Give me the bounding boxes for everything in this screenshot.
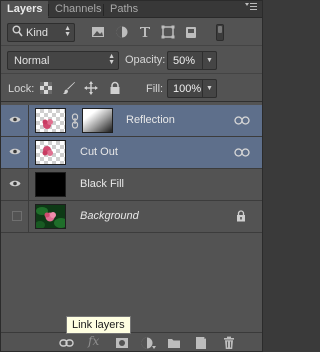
filter-row: Kind ▲ ▼ [1,20,262,46]
fill-value: 100% [173,83,202,95]
layer-row-cut-out[interactable]: Cut Out [1,137,262,169]
opacity-label: Opacity: [125,54,166,66]
adjustment-filter-icon[interactable] [115,25,129,39]
fx-icon[interactable]: fx [88,334,99,348]
search-icon [12,25,23,40]
adjustment-layer-icon[interactable] [140,336,156,350]
blend-row: Normal ▲ ▼ Opacity: 50% ▼ [1,47,262,74]
type-filter-icon[interactable] [138,25,152,39]
image-filter-icon[interactable] [91,25,105,39]
link-layers-icon[interactable] [59,336,74,350]
opacity-field[interactable]: 50% ▼ [167,51,217,70]
layer-thumbnail[interactable] [35,204,66,229]
eye-icon [9,147,21,159]
panel-menu-icon[interactable] [244,2,258,16]
shape-filter-icon[interactable] [161,25,175,39]
filter-kind-select[interactable]: Kind ▲ ▼ [7,23,75,42]
visibility-toggle[interactable] [1,137,29,168]
tab-paths[interactable]: Paths [104,1,144,18]
lock-row: Lock: Fill: 100% ▼ [1,75,262,102]
layer-thumbnail[interactable] [35,172,66,197]
trash-icon[interactable] [222,336,236,350]
add-mask-icon[interactable] [115,336,129,350]
lock-position-icon[interactable] [84,81,98,95]
link-layers-tooltip: Link layers [66,316,131,334]
lock-all-icon[interactable] [108,81,122,95]
fill-label: Fill: [146,83,164,95]
layers-list: Reflection Cut Out Black Fill Background [1,103,262,331]
panel-tab-bar: Layers Channels Paths [1,1,262,19]
hidden-layer-box [12,211,22,221]
lock-image-pixels-icon[interactable] [62,81,76,95]
filter-kind-label: Kind [26,27,49,39]
lock-label: Lock: [8,83,35,95]
layer-name: Reflection [126,114,175,126]
blend-mode-select[interactable]: Normal ▲ ▼ [7,51,119,70]
lock-transparent-pixels-icon[interactable] [39,81,53,95]
opacity-value: 50% [173,55,196,67]
layer-row-reflection[interactable]: Reflection [1,105,262,137]
layers-panel: Layers Channels Paths Kind ▲ ▼ Normal ▲ … [0,0,263,352]
fill-field[interactable]: 100% ▼ [167,79,217,98]
new-group-icon[interactable] [167,336,181,350]
blend-mode-value: Normal [14,55,50,67]
eye-icon [9,115,21,127]
new-layer-icon[interactable] [194,336,208,350]
tab-layers[interactable]: Layers [1,1,49,19]
smart-object-filter-icon[interactable] [184,25,198,39]
layer-name: Black Fill [80,178,125,190]
filter-toggle[interactable] [216,24,224,41]
layer-mask-thumbnail[interactable] [82,108,113,133]
layer-row-black-fill[interactable]: Black Fill [1,169,262,201]
layer-thumbnail[interactable] [35,140,66,165]
link-icon [234,116,250,128]
layer-thumbnail[interactable] [35,108,66,133]
visibility-toggle[interactable] [1,105,29,136]
visibility-toggle[interactable] [1,169,29,200]
updown-arrows-icon: ▲ ▼ [64,25,71,38]
link-icon [234,148,250,160]
visibility-toggle[interactable] [1,201,29,232]
updown-arrows-icon: ▲ ▼ [108,53,115,66]
layer-row-background[interactable]: Background [1,201,262,233]
lock-icon [236,210,246,225]
chevron-down-icon[interactable]: ▼ [202,52,216,69]
mask-link-icon[interactable] [71,113,79,132]
eye-icon [9,179,21,191]
layer-name: Cut Out [80,146,118,158]
tab-channels[interactable]: Channels [49,1,107,18]
layers-bottom-bar: fx [1,332,262,351]
layer-name: Background [80,210,139,222]
chevron-down-icon[interactable]: ▼ [202,80,216,97]
